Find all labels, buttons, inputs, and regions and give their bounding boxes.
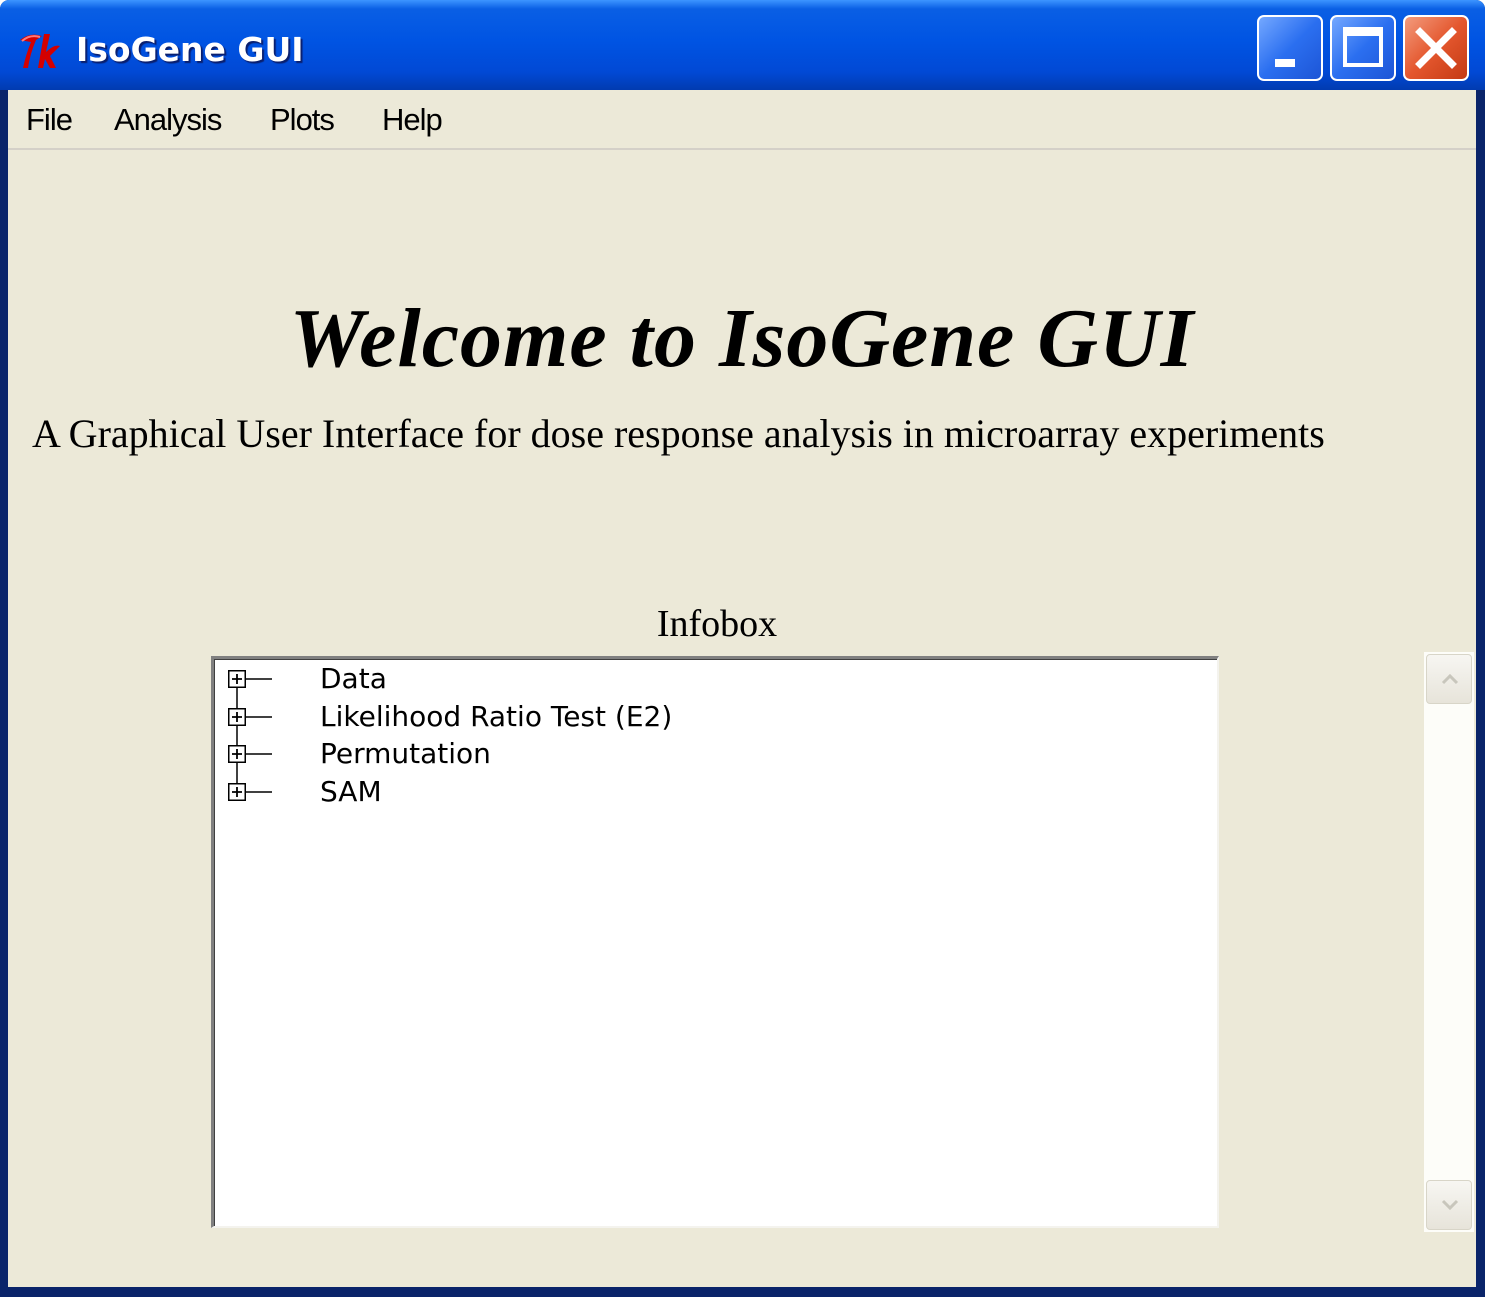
tree-item-label: Permutation bbox=[320, 737, 491, 770]
tree-item-label: Data bbox=[320, 662, 387, 695]
menu-plots[interactable]: Plots bbox=[270, 100, 335, 140]
tree-item-likelihood-ratio-test[interactable]: Likelihood Ratio Test (E2) bbox=[214, 699, 1114, 735]
tree-item-sam[interactable]: SAM bbox=[214, 774, 1114, 810]
tree-item-label: Likelihood Ratio Test (E2) bbox=[320, 700, 673, 733]
chevron-up-icon bbox=[1441, 673, 1459, 685]
title-bar[interactable]: IsoGene GUI bbox=[0, 0, 1485, 90]
tree-item-data[interactable]: Data bbox=[214, 661, 1114, 697]
app-window: IsoGene GUI File Analysis Plots Help Wel bbox=[0, 0, 1485, 1297]
scroll-up-button[interactable] bbox=[1426, 654, 1472, 704]
minimize-button[interactable] bbox=[1257, 15, 1323, 81]
scroll-down-button[interactable] bbox=[1426, 1180, 1472, 1230]
menu-bar: File Analysis Plots Help bbox=[8, 90, 1476, 150]
menu-help[interactable]: Help bbox=[382, 100, 443, 140]
infobox-tree[interactable]: Data Likelihood Ratio Test (E2) Permutat… bbox=[211, 656, 1219, 1228]
menu-file[interactable]: File bbox=[26, 100, 73, 140]
close-icon bbox=[1415, 27, 1457, 69]
vertical-scrollbar[interactable] bbox=[1424, 652, 1474, 1232]
window-title: IsoGene GUI bbox=[76, 30, 304, 69]
maximize-icon bbox=[1343, 27, 1383, 67]
maximize-button[interactable] bbox=[1330, 15, 1396, 81]
minimize-icon bbox=[1275, 59, 1295, 67]
plus-icon[interactable] bbox=[228, 708, 246, 726]
menu-analysis[interactable]: Analysis bbox=[114, 100, 222, 140]
menu-divider bbox=[8, 148, 1476, 150]
tree-item-label: SAM bbox=[320, 775, 382, 808]
plus-icon[interactable] bbox=[228, 745, 246, 763]
infobox-label: Infobox bbox=[656, 603, 778, 645]
client-area: File Analysis Plots Help Welcome to IsoG… bbox=[8, 90, 1476, 1287]
tree-item-permutation[interactable]: Permutation bbox=[214, 736, 1114, 772]
chevron-down-icon bbox=[1441, 1199, 1459, 1211]
plus-icon[interactable] bbox=[228, 670, 246, 688]
welcome-heading: Welcome to IsoGene GUI bbox=[289, 292, 1195, 385]
subtitle-text: A Graphical User Interface for dose resp… bbox=[32, 411, 1325, 456]
close-button[interactable] bbox=[1403, 15, 1469, 81]
plus-icon[interactable] bbox=[228, 783, 246, 801]
tk-feather-icon bbox=[20, 34, 60, 68]
